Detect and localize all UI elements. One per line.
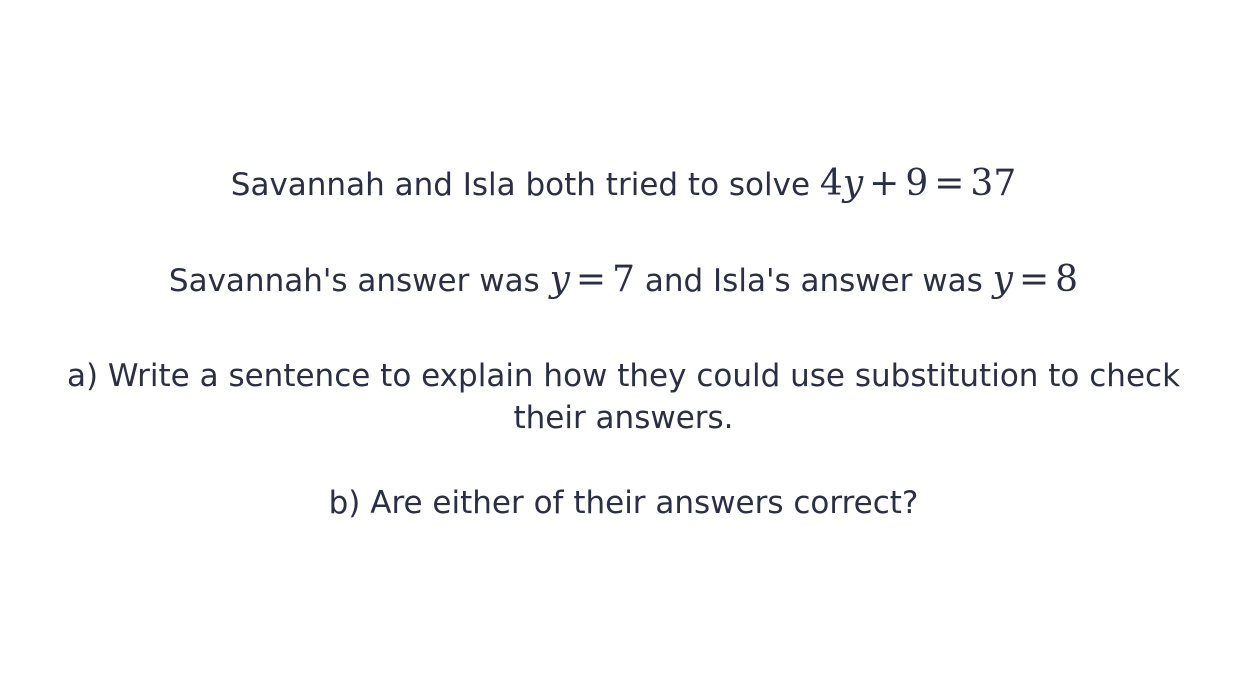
savannah-answer: y = 7	[550, 259, 635, 300]
question-content: Savannah and Isla both tried to solve 4y…	[0, 0, 1247, 691]
part-a-line-2: their answers.	[513, 400, 734, 436]
isla-variable: y	[992, 259, 1013, 300]
savannah-equals: =	[575, 259, 607, 300]
answers-middle: and Isla's answer was	[644, 263, 983, 299]
isla-equals: =	[1019, 259, 1050, 300]
equation: 4y +9 = 37	[820, 163, 1016, 204]
part-b: b) Are either of their answers correct?	[328, 485, 919, 521]
answers-line: Savannah's answer was y = 7 and Isla's ans…	[0, 259, 1247, 302]
part-a-line-1: a) Write a sentence to explain how they …	[66, 358, 1181, 394]
equation-coefficient: 4	[819, 163, 843, 204]
intro-line: Savannah and Isla both tried to solve 4y…	[0, 163, 1247, 206]
answers-prefix: Savannah's answer was	[168, 263, 540, 299]
equation-variable: y	[842, 163, 864, 204]
equation-rhs: 37	[970, 163, 1017, 204]
equation-constant: 9	[905, 163, 929, 204]
intro-text: Savannah and Isla both tried to solve	[230, 167, 811, 203]
isla-answer: y = 8	[993, 259, 1078, 300]
savannah-value: 7	[612, 259, 635, 300]
equation-plus: +	[869, 163, 900, 204]
equation-equals: =	[934, 163, 965, 204]
savannah-variable: y	[549, 259, 570, 300]
isla-value: 8	[1055, 259, 1079, 300]
